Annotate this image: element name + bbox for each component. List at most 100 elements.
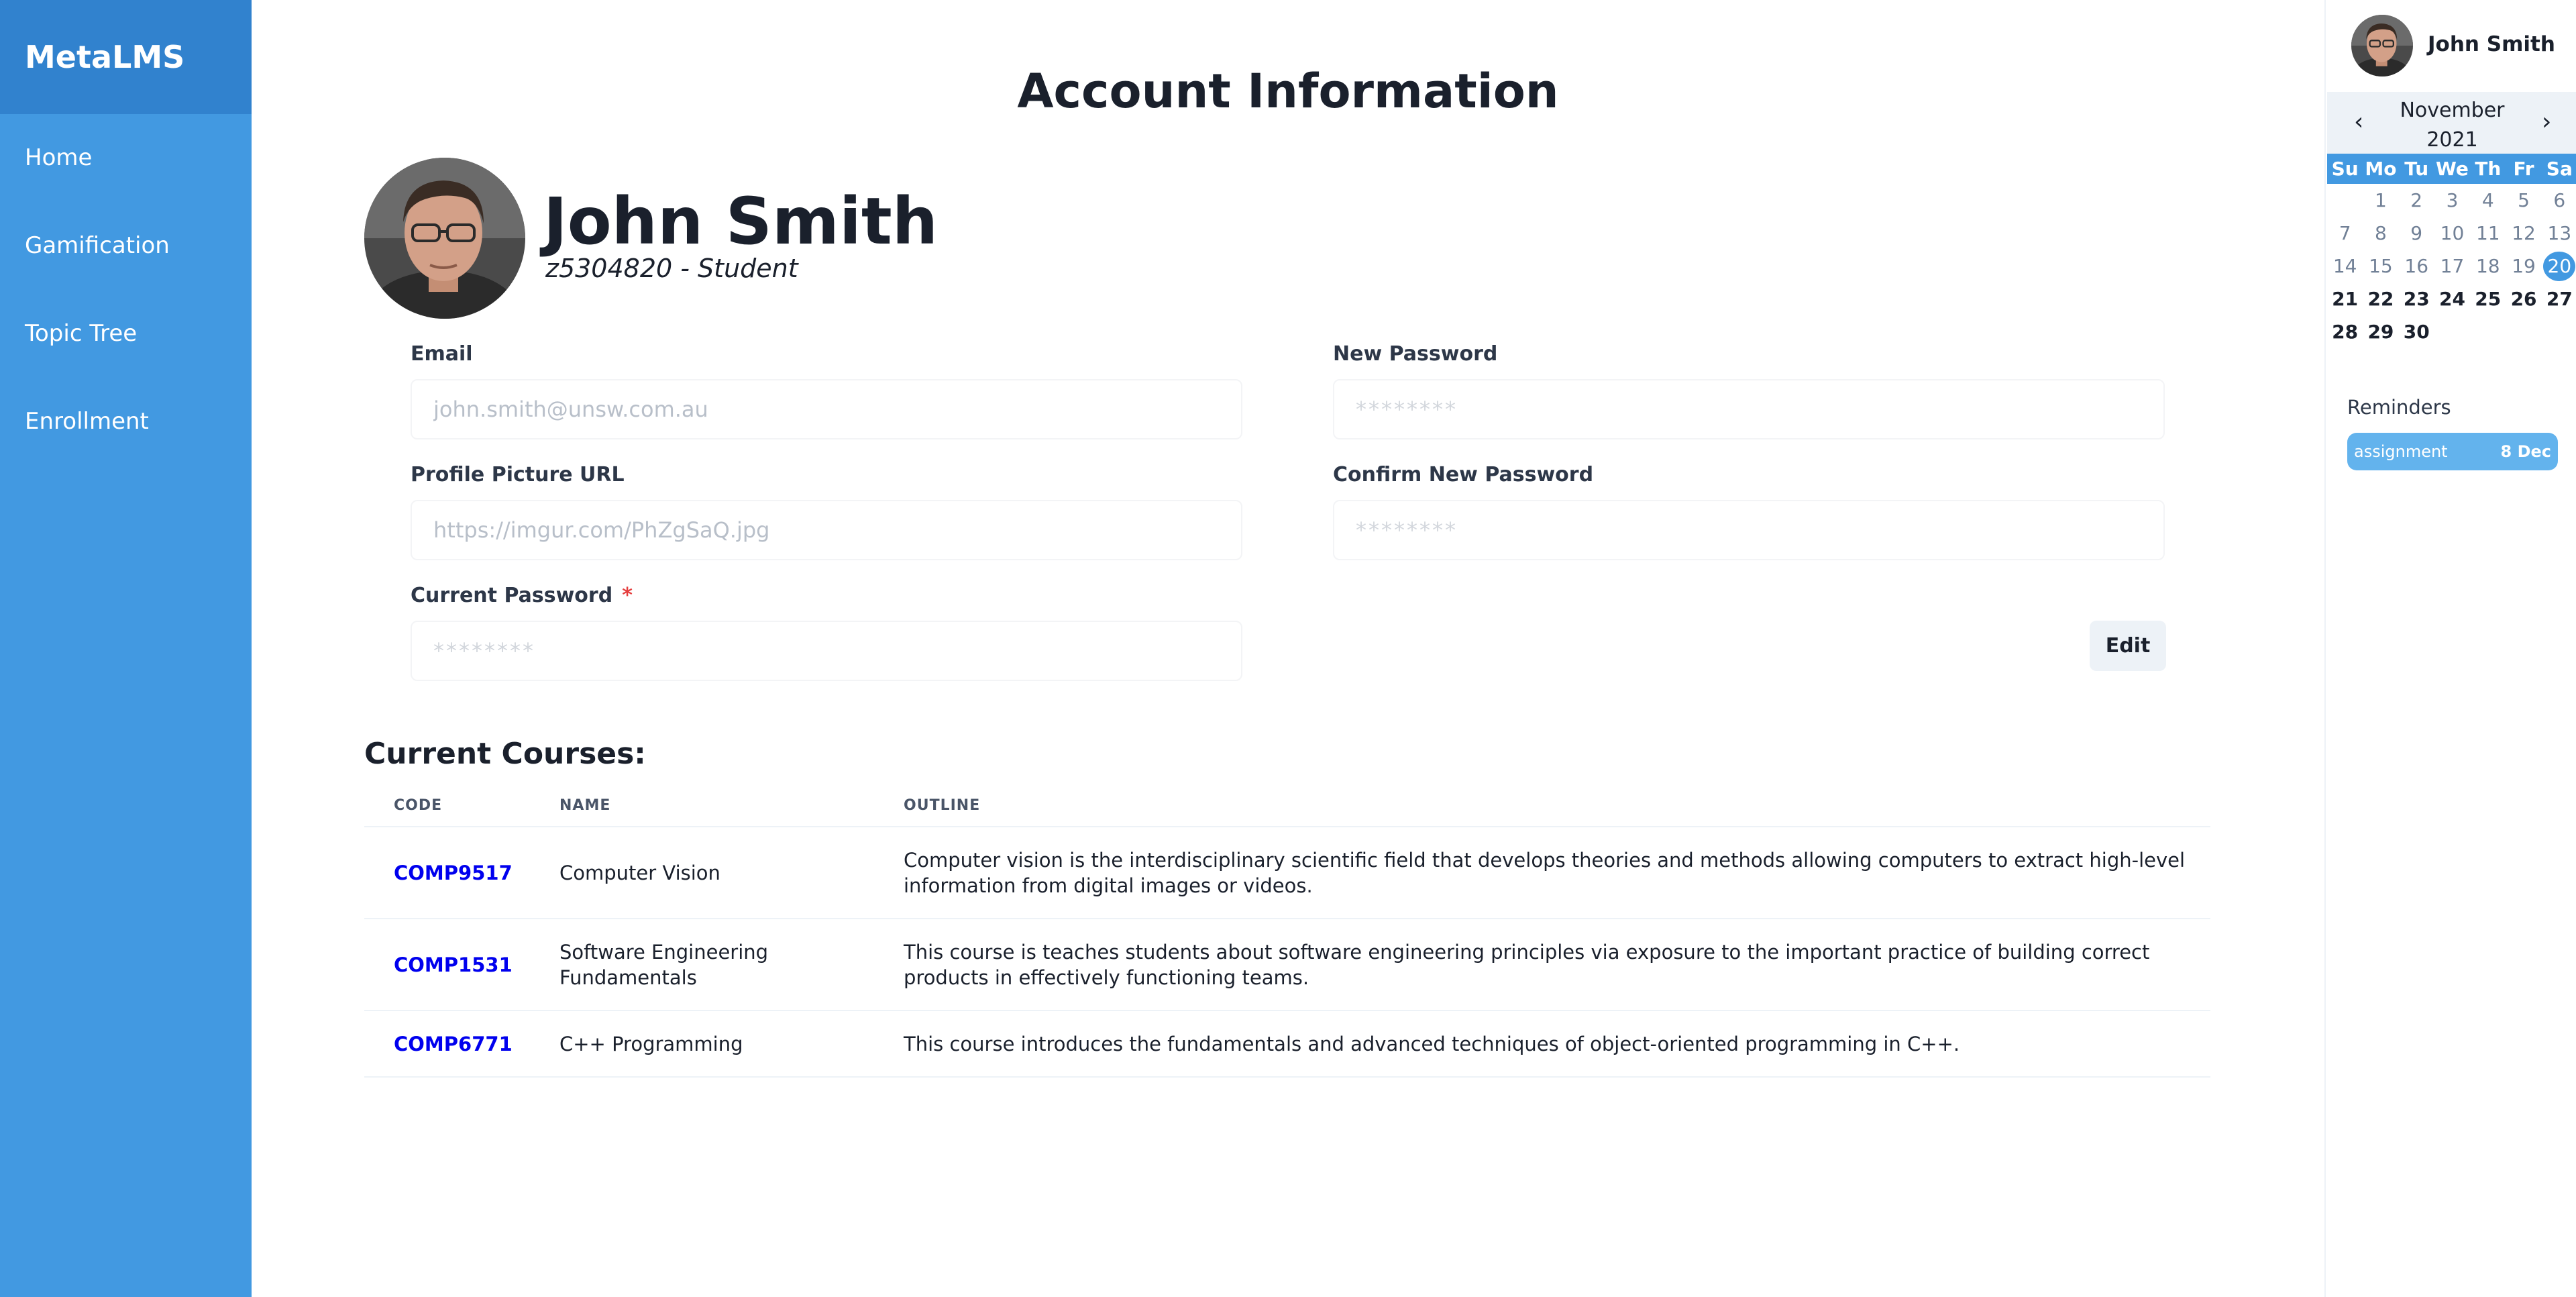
calendar-day[interactable]: 11 [2470, 217, 2506, 250]
calendar-day[interactable]: 30 [2399, 315, 2434, 348]
profile-avatar [364, 158, 525, 319]
new-password-label: New Password [1333, 342, 1498, 366]
reminder-item[interactable]: assignment 8 Dec [2347, 433, 2558, 470]
calendar-week-row: 123456 [2327, 184, 2576, 217]
course-outline-cell: This course is teaches students about so… [874, 919, 2210, 1011]
course-outline-cell: This course introduces the fundamentals … [874, 1010, 2210, 1078]
calendar-weekday: Sa [2546, 158, 2573, 180]
calendar-weekday: Su [2331, 158, 2359, 180]
main-content: Account Information John Smith z5304820 … [252, 0, 2324, 1297]
confirm-password-label: Confirm New Password [1333, 463, 1594, 486]
calendar-weekday: Th [2475, 158, 2502, 180]
calendar-weekday: Fr [2513, 158, 2534, 180]
calendar-day[interactable]: 26 [2506, 282, 2541, 315]
edit-button[interactable]: Edit [2090, 621, 2166, 671]
calendar-day[interactable]: 10 [2434, 217, 2470, 250]
reminder-text: assignment [2354, 442, 2448, 461]
brand-logo[interactable]: MetaLMS [0, 0, 252, 114]
calendar-day[interactable]: 8 [2363, 217, 2398, 250]
reminders-title: Reminders [2347, 396, 2451, 419]
calendar-month: November [2400, 99, 2505, 122]
calendar-year: 2021 [2426, 128, 2478, 152]
sidebar-item-topic-tree[interactable]: Topic Tree [0, 290, 252, 378]
sidebar-item-home[interactable]: Home [0, 114, 252, 202]
calendar-day[interactable]: 28 [2327, 315, 2363, 348]
required-mark: * [622, 584, 633, 607]
calendar-day[interactable]: 14 [2327, 250, 2363, 282]
calendar-week-row: 21 22 23 24 25 26 27 [2327, 282, 2576, 315]
calendar-day[interactable]: 2 [2399, 184, 2434, 217]
calendar-weekday: Tu [2404, 158, 2429, 180]
calendar-month-label: November 2021 [2327, 96, 2576, 155]
calendar-weekday: Mo [2365, 158, 2397, 180]
profile-picture-url-field[interactable] [411, 500, 1242, 560]
table-header-row: CODE NAME OUTLINE [364, 785, 2210, 827]
table-row: COMP6771 C++ Programming This course int… [364, 1010, 2210, 1078]
calendar-day[interactable]: 29 [2363, 315, 2398, 348]
course-code-cell: COMP1531 [364, 919, 530, 1011]
reminder-date: 8 Dec [2500, 442, 2551, 461]
calendar-day[interactable]: 15 [2363, 250, 2398, 282]
course-code-link[interactable]: COMP9517 [394, 862, 513, 884]
course-name-cell: Software Engineering Fundamentals [530, 919, 874, 1011]
sidebar-item-gamification[interactable]: Gamification [0, 202, 252, 290]
calendar-day[interactable]: 27 [2542, 282, 2576, 315]
calendar-day[interactable]: 16 [2399, 250, 2434, 282]
column-header-outline: OUTLINE [874, 785, 2210, 827]
current-password-label-text: Current Password [411, 584, 613, 607]
courses-heading: Current Courses: [364, 737, 646, 771]
calendar-grid: Su Mo Tu We Th Fr Sa 1 2 3 4 5 6 7 8 9 10 11 12 13 14 15 16 17 1… [2327, 154, 2576, 348]
calendar-day[interactable]: 23 [2399, 282, 2434, 315]
calendar-day[interactable]: 20 [2542, 250, 2576, 282]
email-field[interactable] [411, 379, 1242, 439]
current-password-field[interactable] [411, 621, 1242, 681]
calendar-day[interactable]: 18 [2470, 250, 2506, 282]
calendar-day[interactable]: 9 [2399, 217, 2434, 250]
course-name-cell: C++ Programming [530, 1010, 874, 1078]
sidebar: MetaLMS Home Gamification Topic Tree Enr… [0, 0, 252, 1297]
calendar-week-row: 7 8 9 10 11 12 13 [2327, 217, 2576, 250]
table-row: COMP9517 Computer Vision Computer vision… [364, 827, 2210, 919]
calendar-day[interactable]: 17 [2434, 250, 2470, 282]
course-code-link[interactable]: COMP6771 [394, 1033, 513, 1055]
calendar-header: ‹ November 2021 › [2327, 92, 2576, 154]
course-name-cell: Computer Vision [530, 827, 874, 919]
course-code-link[interactable]: COMP1531 [394, 953, 513, 976]
calendar-day[interactable]: 13 [2542, 217, 2576, 250]
user-name[interactable]: John Smith [2428, 32, 2555, 56]
calendar-day[interactable]: 5 [2506, 184, 2541, 217]
profile-name: John Smith [543, 184, 938, 259]
column-header-code: CODE [364, 785, 530, 827]
calendar-day[interactable]: 21 [2327, 282, 2363, 315]
user-avatar[interactable] [2351, 15, 2413, 76]
calendar-day[interactable]: 19 [2506, 250, 2541, 282]
calendar-day[interactable]: 25 [2470, 282, 2506, 315]
calendar-next-button[interactable]: › [2542, 108, 2551, 136]
column-header-name: NAME [530, 785, 874, 827]
confirm-password-field[interactable] [1333, 500, 2165, 560]
calendar-week-row: 28 29 30 [2327, 315, 2576, 348]
courses-table: CODE NAME OUTLINE COMP9517 Computer Visi… [364, 785, 2210, 1078]
right-panel: John Smith ‹ November 2021 › Su Mo Tu We Th F… [2324, 0, 2576, 1297]
new-password-field[interactable] [1333, 379, 2165, 439]
calendar-day[interactable]: 6 [2542, 184, 2576, 217]
calendar-day[interactable]: 1 [2363, 184, 2398, 217]
profile-picture-label: Profile Picture URL [411, 463, 625, 486]
course-code-cell: COMP9517 [364, 827, 530, 919]
table-row: COMP1531 Software Engineering Fundamenta… [364, 919, 2210, 1011]
calendar-weekday-row: Su Mo Tu We Th Fr Sa [2327, 154, 2576, 184]
calendar-day[interactable]: 3 [2434, 184, 2470, 217]
calendar-day[interactable]: 7 [2327, 217, 2363, 250]
profile-subtitle: z5304820 - Student [545, 254, 798, 283]
calendar-week-row: 14 15 16 17 18 19 20 [2327, 250, 2576, 282]
sidebar-item-enrollment[interactable]: Enrollment [0, 378, 252, 466]
course-outline-cell: Computer vision is the interdisciplinary… [874, 827, 2210, 919]
calendar-empty-cell [2327, 184, 2363, 217]
course-code-cell: COMP6771 [364, 1010, 530, 1078]
calendar-day[interactable]: 22 [2363, 282, 2398, 315]
calendar-day[interactable]: 24 [2434, 282, 2470, 315]
calendar-weekday: We [2436, 158, 2469, 180]
email-label: Email [411, 342, 473, 366]
calendar-day[interactable]: 4 [2470, 184, 2506, 217]
calendar-day[interactable]: 12 [2506, 217, 2541, 250]
